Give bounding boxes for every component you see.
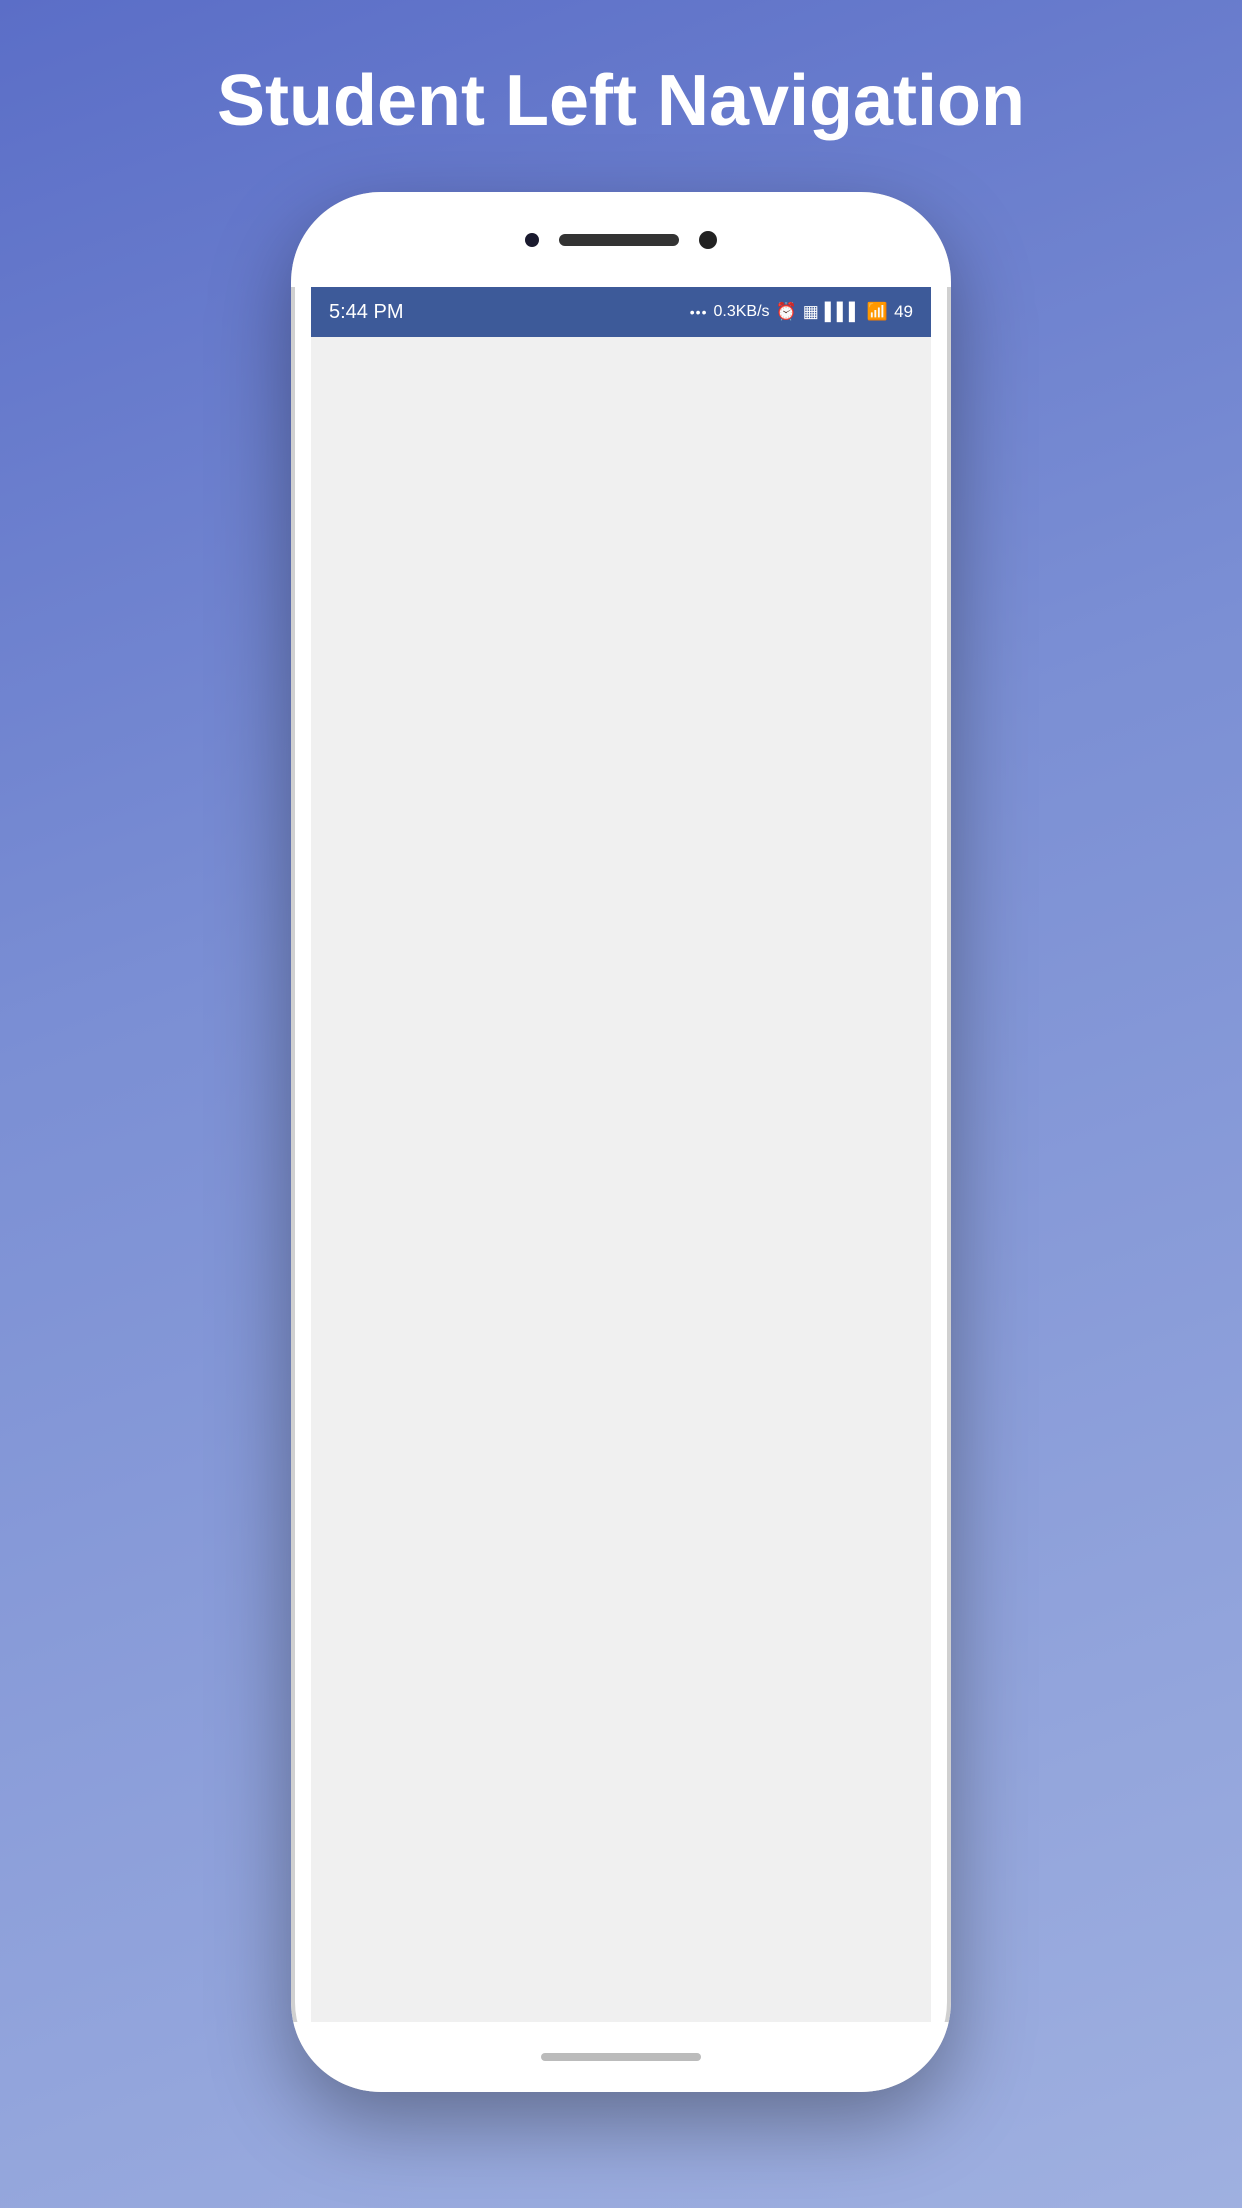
- status-right-icons: ••• 0.3KB/s ⏰ ▦ ▌▌▌ 📶 49: [690, 302, 913, 322]
- front-camera: [525, 233, 539, 247]
- phone-top-bezel: [291, 192, 951, 287]
- network-speed: 0.3KB/s: [714, 303, 770, 321]
- lte-icon: ▦: [803, 302, 819, 322]
- camera-dot: [699, 231, 717, 249]
- status-bar: 5:44 PM ••• 0.3KB/s ⏰ ▦ ▌▌▌ 📶 49: [311, 287, 931, 337]
- status-time: 5:44 PM: [329, 301, 403, 324]
- home-indicator: [541, 2053, 701, 2061]
- page-title: Student Left Navigation: [217, 60, 1025, 142]
- wifi-icon: 📶: [867, 302, 888, 322]
- signal-dots: •••: [690, 304, 708, 320]
- battery-level: 49: [894, 302, 913, 322]
- phone-screen: 5:44 PM ••• 0.3KB/s ⏰ ▦ ▌▌▌ 📶 49 🔔 ake: [311, 287, 931, 2022]
- phone-shell: 5:44 PM ••• 0.3KB/s ⏰ ▦ ▌▌▌ 📶 49 🔔 ake: [291, 192, 951, 2092]
- alarm-icon: ⏰: [776, 302, 797, 322]
- phone-bottom-bezel: [291, 2022, 951, 2092]
- speaker: [559, 234, 679, 246]
- signal-bars-icon: ▌▌▌: [825, 302, 861, 322]
